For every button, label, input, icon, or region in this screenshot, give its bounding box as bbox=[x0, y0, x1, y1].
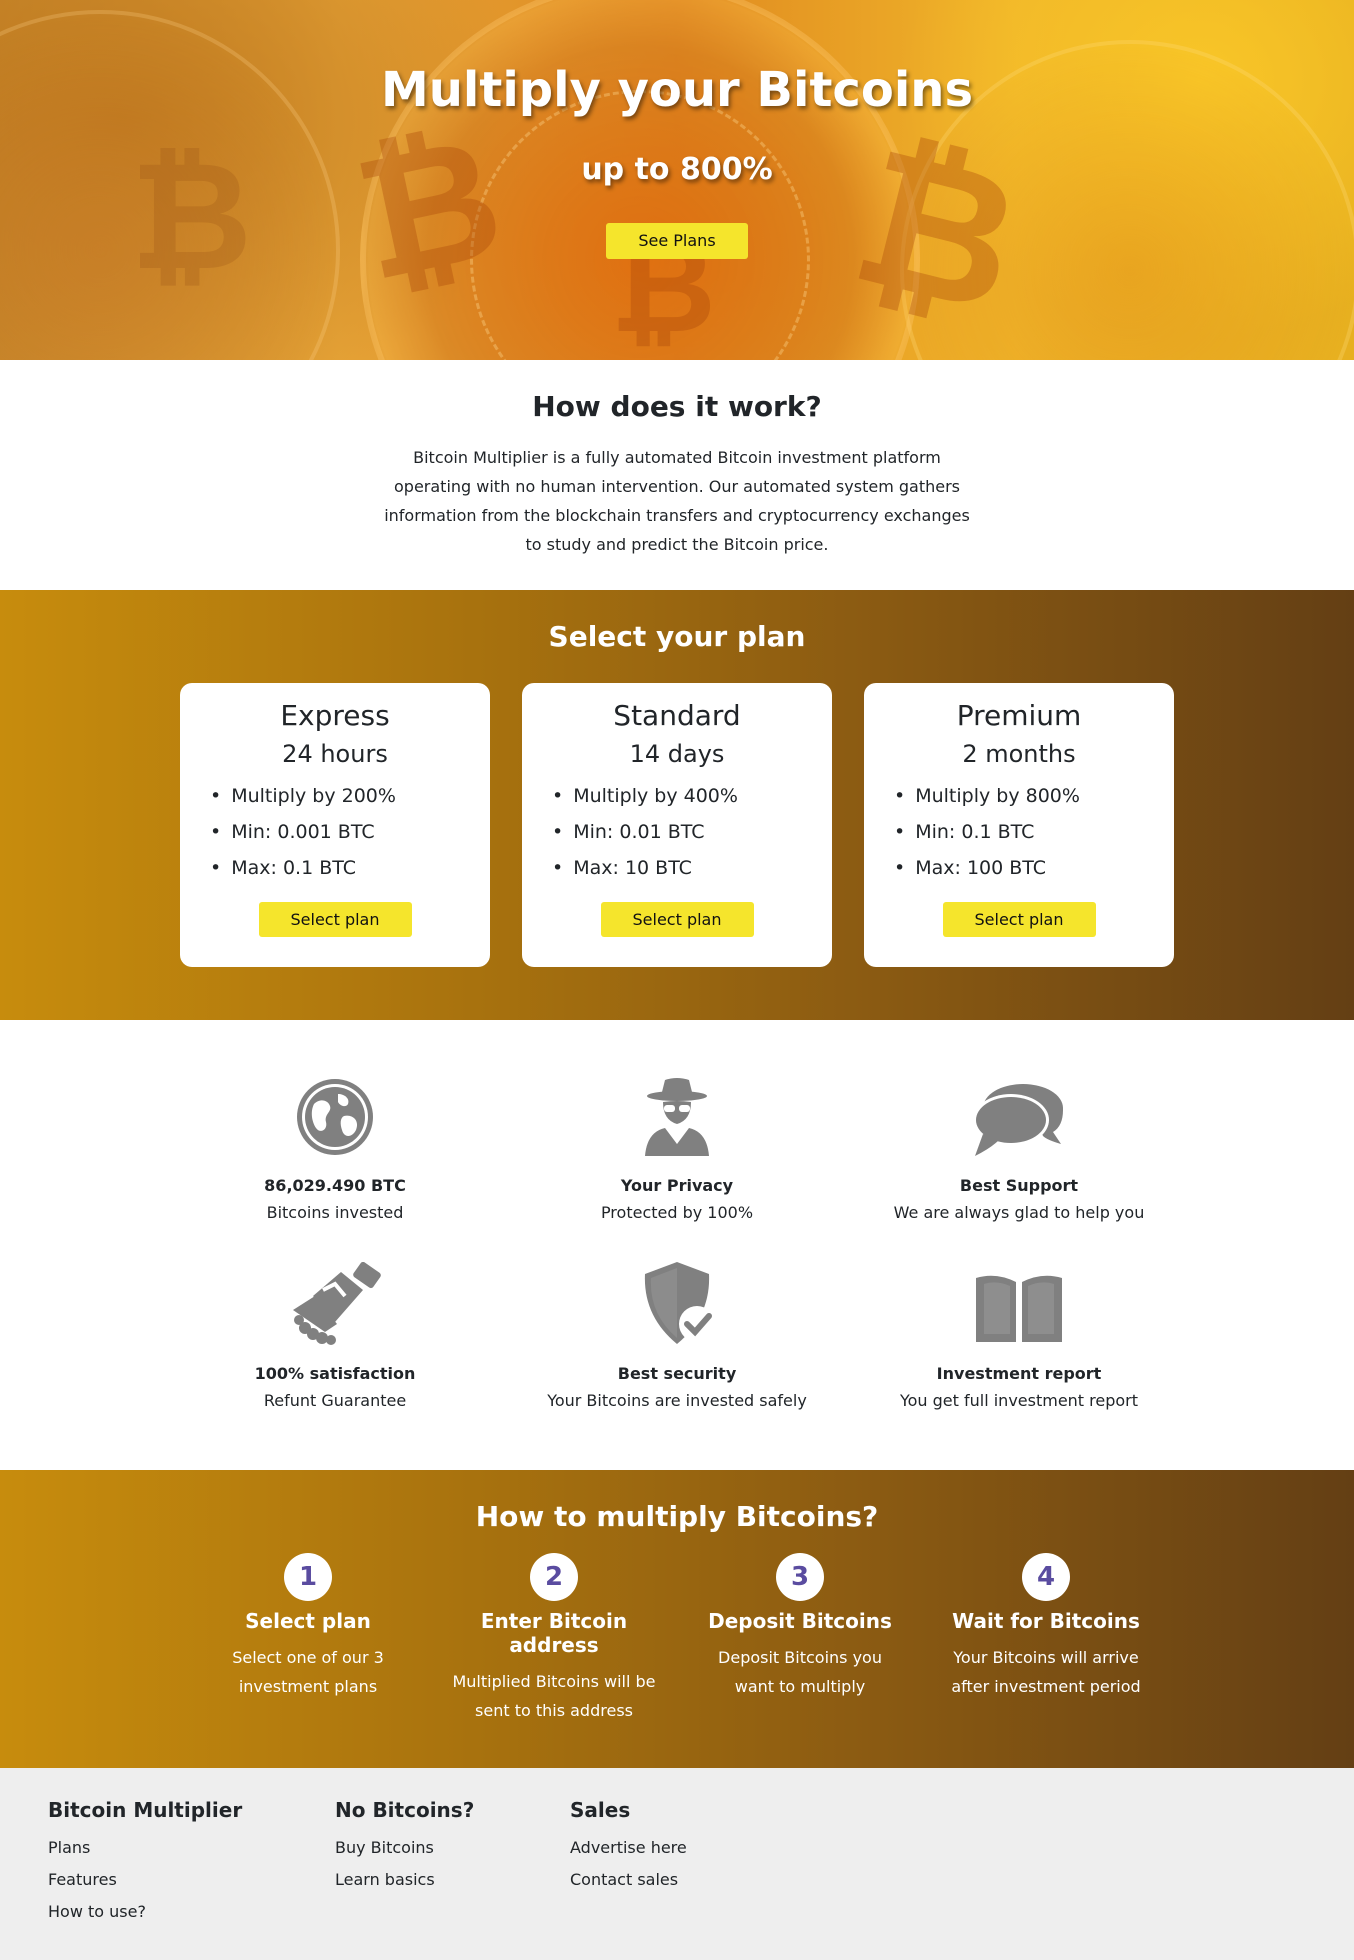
hero-subtitle: up to 800% bbox=[581, 152, 773, 187]
step-description: Multiplied Bitcoins will be sent to this… bbox=[452, 1672, 656, 1720]
section-title: How does it work? bbox=[532, 390, 822, 423]
chat-bubbles-icon bbox=[973, 1084, 1063, 1156]
plan-feature: Multiply by 200% bbox=[210, 778, 490, 814]
plan-feature: Min: 0.001 BTC bbox=[210, 814, 490, 850]
feature-title: Best security bbox=[617, 1364, 737, 1383]
step-title: Select plan bbox=[245, 1609, 371, 1633]
footer-column: Bitcoin Multiplier Plans Features How to… bbox=[48, 1798, 335, 1960]
hero-banner: ₿ ₿ ₿ ₿ Multiply your Bitcoins up to 800… bbox=[0, 0, 1354, 360]
footer-column: Sales Advertise here Contact sales bbox=[570, 1798, 687, 1960]
select-plan-button[interactable]: Select plan bbox=[600, 902, 754, 937]
step-title: Enter Bitcoin address bbox=[480, 1609, 628, 1657]
section-title: Select your plan bbox=[548, 620, 806, 653]
plan-card-standard: Standard 14 days Multiply by 400% Min: 0… bbox=[522, 683, 832, 967]
feature-item: Investment report You get full investmen… bbox=[848, 1256, 1190, 1410]
step-title: Wait for Bitcoins bbox=[952, 1609, 1140, 1633]
plan-duration: 14 days bbox=[629, 740, 725, 768]
plan-feature: Multiply by 800% bbox=[894, 778, 1174, 814]
feature-subtitle: Protected by 100% bbox=[600, 1203, 754, 1222]
feature-item: 86,029.490 BTC Bitcoins invested bbox=[164, 1068, 506, 1222]
footer-link-features[interactable]: Features bbox=[48, 1864, 335, 1896]
footer-link-advertise[interactable]: Advertise here bbox=[570, 1832, 687, 1864]
plan-card-premium: Premium 2 months Multiply by 800% Min: 0… bbox=[864, 683, 1174, 967]
footer-column: No Bitcoins? Buy Bitcoins Learn basics bbox=[335, 1798, 570, 1960]
footer-heading: Bitcoin Multiplier bbox=[48, 1798, 243, 1822]
spy-icon bbox=[645, 1078, 709, 1156]
see-plans-button[interactable]: See Plans bbox=[606, 223, 748, 259]
step-item: 2 Enter Bitcoin address Multiplied Bitco… bbox=[452, 1553, 656, 1725]
step-item: 1 Select plan Select one of our 3 invest… bbox=[206, 1553, 410, 1725]
step-title: Deposit Bitcoins bbox=[708, 1609, 892, 1633]
feature-item: 100% satisfaction Refunt Guarantee bbox=[164, 1256, 506, 1410]
section-description: Bitcoin Multiplier is a fully automated … bbox=[384, 448, 970, 554]
step-number: 2 bbox=[530, 1553, 578, 1601]
plan-name: Premium bbox=[956, 699, 1082, 732]
feature-subtitle: Your Bitcoins are invested safely bbox=[547, 1391, 807, 1410]
footer-heading: Sales bbox=[570, 1798, 631, 1822]
handshake-icon bbox=[293, 1262, 381, 1345]
globe-icon bbox=[297, 1079, 373, 1155]
step-item: 3 Deposit Bitcoins Deposit Bitcoins you … bbox=[698, 1553, 902, 1725]
how-it-works-section: How does it work? Bitcoin Multiplier is … bbox=[0, 360, 1354, 590]
feature-title: Your Privacy bbox=[620, 1176, 734, 1195]
footer-link-plans[interactable]: Plans bbox=[48, 1832, 335, 1864]
feature-title: Investment report bbox=[936, 1364, 1102, 1383]
footer-heading: No Bitcoins? bbox=[335, 1798, 475, 1822]
plan-feature: Min: 0.1 BTC bbox=[894, 814, 1174, 850]
select-plan-button[interactable]: Select plan bbox=[942, 902, 1096, 937]
plan-feature: Min: 0.01 BTC bbox=[552, 814, 832, 850]
feature-title: 100% satisfaction bbox=[254, 1364, 416, 1383]
plan-feature: Max: 0.1 BTC bbox=[210, 850, 490, 886]
plan-features: Multiply by 800% Min: 0.1 BTC Max: 100 B… bbox=[894, 778, 1174, 886]
step-number: 3 bbox=[776, 1553, 824, 1601]
plan-duration: 24 hours bbox=[282, 740, 388, 768]
plan-features: Multiply by 200% Min: 0.001 BTC Max: 0.1… bbox=[210, 778, 490, 886]
feature-title: 86,029.490 BTC bbox=[264, 1176, 406, 1195]
plan-features: Multiply by 400% Min: 0.01 BTC Max: 10 B… bbox=[552, 778, 832, 886]
section-title: How to multiply Bitcoins? bbox=[475, 1500, 879, 1533]
plan-card-express: Express 24 hours Multiply by 200% Min: 0… bbox=[180, 683, 490, 967]
step-description: Deposit Bitcoins you want to multiply bbox=[718, 1648, 882, 1696]
feature-title: Best Support bbox=[959, 1176, 1079, 1195]
plan-feature: Max: 10 BTC bbox=[552, 850, 832, 886]
step-description: Select one of our 3 investment plans bbox=[232, 1648, 384, 1696]
footer-link-buy-bitcoins[interactable]: Buy Bitcoins bbox=[335, 1832, 570, 1864]
how-to-section: How to multiply Bitcoins? 1 Select plan … bbox=[0, 1470, 1354, 1768]
feature-subtitle: We are always glad to help you bbox=[893, 1203, 1145, 1222]
plan-feature: Max: 100 BTC bbox=[894, 850, 1174, 886]
feature-subtitle: You get full investment report bbox=[899, 1391, 1139, 1410]
step-description: Your Bitcoins will arrive after investme… bbox=[951, 1648, 1141, 1696]
footer-link-how-to-use[interactable]: How to use? bbox=[48, 1896, 335, 1928]
features-section: 86,029.490 BTC Bitcoins invested Your Pr… bbox=[0, 1020, 1354, 1470]
hero-title: Multiply your Bitcoins bbox=[380, 62, 974, 118]
footer-link-contact-sales[interactable]: Contact sales bbox=[570, 1864, 687, 1896]
shield-check-icon bbox=[644, 1262, 715, 1344]
select-plan-button[interactable]: Select plan bbox=[258, 902, 412, 937]
feature-item: Best Support We are always glad to help … bbox=[848, 1068, 1190, 1222]
plans-section: Select your plan Express 24 hours Multip… bbox=[0, 590, 1354, 1020]
plan-duration: 2 months bbox=[962, 740, 1076, 768]
feature-item: Your Privacy Protected by 100% bbox=[506, 1068, 848, 1222]
footer-link-learn-basics[interactable]: Learn basics bbox=[335, 1864, 570, 1896]
step-number: 4 bbox=[1022, 1553, 1070, 1601]
plan-feature: Multiply by 400% bbox=[552, 778, 832, 814]
book-open-icon bbox=[976, 1275, 1062, 1342]
step-item: 4 Wait for Bitcoins Your Bitcoins will a… bbox=[944, 1553, 1148, 1725]
plan-name: Standard bbox=[613, 699, 741, 732]
footer: Bitcoin Multiplier Plans Features How to… bbox=[0, 1768, 1354, 1960]
feature-subtitle: Bitcoins invested bbox=[266, 1203, 404, 1222]
feature-item: Best security Your Bitcoins are invested… bbox=[506, 1256, 848, 1410]
step-number: 1 bbox=[284, 1553, 332, 1601]
feature-subtitle: Refunt Guarantee bbox=[263, 1391, 407, 1410]
plan-name: Express bbox=[280, 699, 390, 732]
